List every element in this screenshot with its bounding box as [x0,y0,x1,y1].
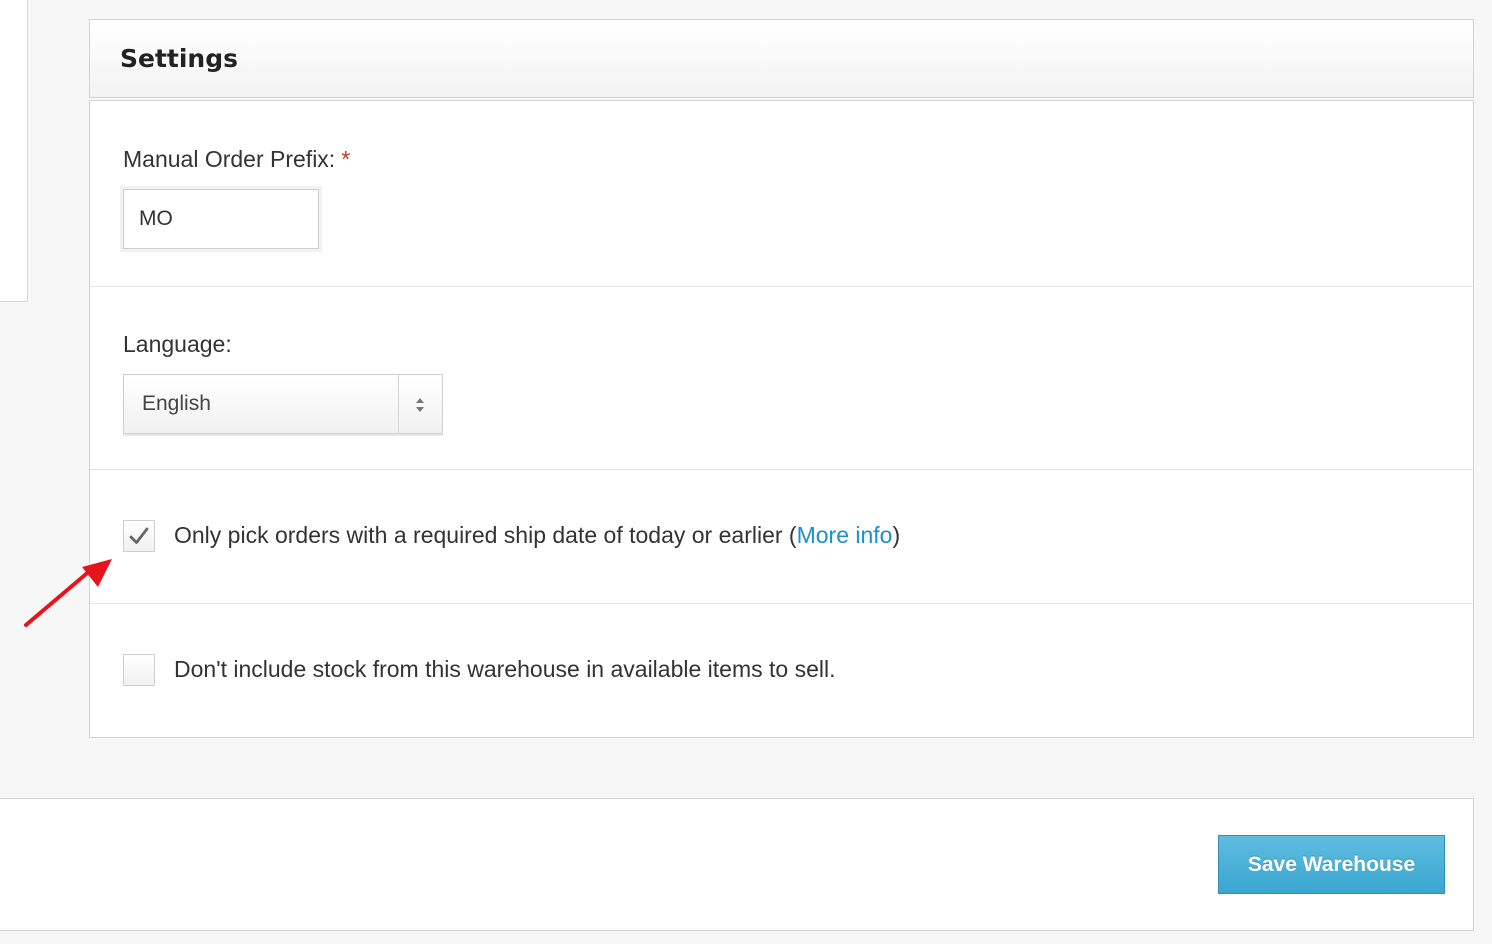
left-panel-edge [0,0,28,302]
prefix-label-text: Manual Order Prefix: [123,146,336,172]
language-section: Language: English [90,287,1473,470]
page: Settings Manual Order Prefix:* Language:… [0,0,1492,944]
ship-date-label-close: ) [892,522,901,548]
stock-section: Don't include stock from this warehouse … [90,604,1473,737]
language-label: Language: [123,331,232,357]
language-select[interactable]: English [123,374,443,434]
settings-panel: Manual Order Prefix:* Language: English [89,100,1474,738]
settings-header: Settings [89,19,1474,98]
select-arrows-icon [398,375,442,433]
ship-date-section: Only pick orders with a required ship da… [90,470,1473,604]
red-arrow-icon [24,559,112,627]
ship-date-label: Only pick orders with a required ship da… [174,522,900,549]
manual-order-prefix-input[interactable] [123,189,319,249]
save-warehouse-button[interactable]: Save Warehouse [1218,835,1445,894]
ship-date-label-text: Only pick orders with a required ship da… [174,522,797,548]
check-icon [129,527,149,544]
more-info-link[interactable]: More info [797,522,893,548]
required-mark: * [341,146,351,172]
form-footer: Save Warehouse [0,798,1474,931]
prefix-label: Manual Order Prefix: * [123,146,350,173]
settings-title: Settings [120,44,239,73]
language-selected-value: English [142,392,211,415]
ship-date-checkbox[interactable] [123,520,155,552]
prefix-section: Manual Order Prefix: * [90,101,1473,287]
stock-exclude-checkbox[interactable] [123,654,155,686]
stock-exclude-label: Don't include stock from this warehouse … [174,656,836,682]
